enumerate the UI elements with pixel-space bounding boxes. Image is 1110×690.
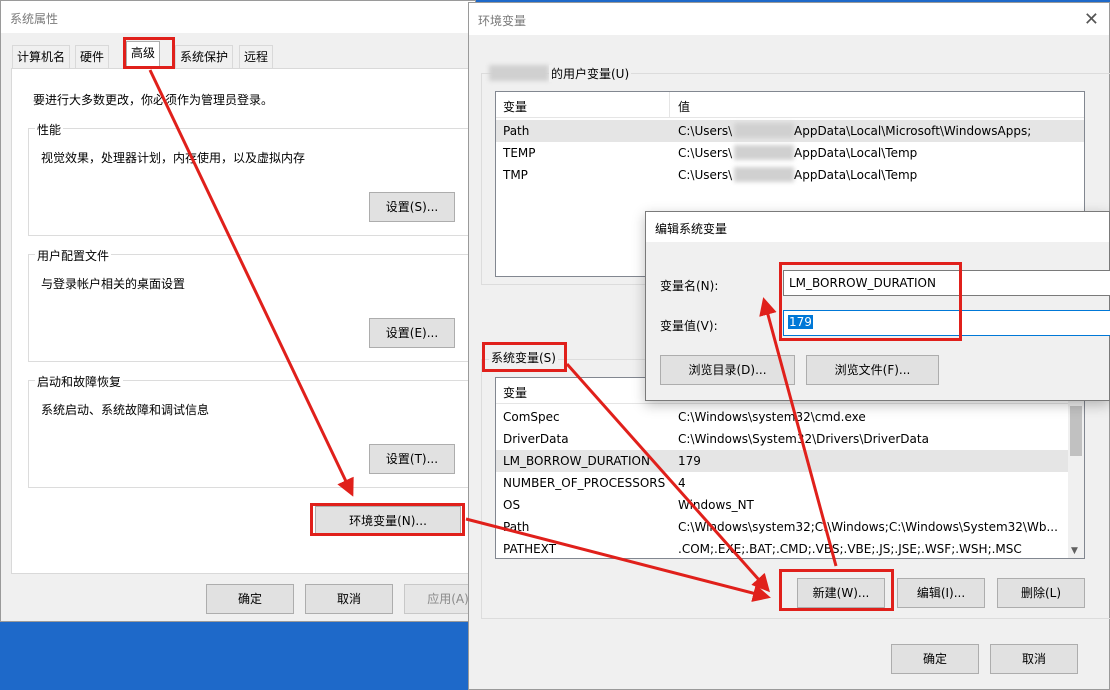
tab-system-protection[interactable]: 系统保护 xyxy=(175,45,234,69)
tab-panel: 要进行大多数更改，你必须作为管理员登录。 视觉效果，处理器计划，内存使用，以及虚… xyxy=(11,68,470,574)
list-item[interactable]: Path C:\Windows\system32;C:\Windows;C:\W… xyxy=(496,516,1084,538)
startup-label: 启动和故障恢复 xyxy=(35,373,124,390)
tab-computer-name[interactable]: 计算机名 xyxy=(12,45,71,69)
username-redacted xyxy=(489,65,549,81)
highlight-name-value-fields xyxy=(779,262,962,341)
variable-value-suffix: AppData\Local\Microsoft\WindowsApps; xyxy=(794,124,1032,138)
env-titlebar[interactable]: 环境变量 ✕ xyxy=(469,3,1109,35)
variable-name: PATHEXT xyxy=(503,542,557,556)
performance-settings-button[interactable]: 设置(S)... xyxy=(369,192,455,222)
browse-directory-button[interactable]: 浏览目录(D)... xyxy=(660,355,795,385)
variable-value-prefix: C:\Users\ xyxy=(678,124,733,138)
variable-name: ComSpec xyxy=(503,410,560,424)
variable-value-label: 变量值(V): xyxy=(660,319,718,333)
list-item[interactable]: TMP C:\Users\ AppData\Local\Temp xyxy=(496,164,1084,186)
column-divider[interactable] xyxy=(669,92,670,118)
variable-name-label: 变量名(N): xyxy=(660,279,719,293)
vertical-scrollbar[interactable]: ▼ xyxy=(1068,378,1084,558)
tab-hardware[interactable]: 硬件 xyxy=(75,45,110,69)
performance-desc: 视觉效果，处理器计划，内存使用，以及虚拟内存 xyxy=(41,151,306,165)
list-item[interactable]: OS Windows_NT xyxy=(496,494,1084,516)
profiles-group: 与登录帐户相关的桌面设置 设置(E)... xyxy=(28,254,470,362)
list-item[interactable]: PATHEXT .COM;.EXE;.BAT;.CMD;.VBS;.VBE;.J… xyxy=(496,538,1084,558)
window-title: 系统属性 xyxy=(10,12,59,26)
startup-settings-button[interactable]: 设置(T)... xyxy=(369,444,455,474)
user-list-header: 变量 值 xyxy=(496,92,1084,118)
performance-label: 性能 xyxy=(35,121,64,138)
variable-value: .COM;.EXE;.BAT;.CMD;.VBS;.VBE;.JS;.JSE;.… xyxy=(678,542,1022,556)
list-item[interactable]: Path C:\Users\ AppData\Local\Microsoft\W… xyxy=(496,120,1084,142)
performance-group: 视觉效果，处理器计划，内存使用，以及虚拟内存 设置(S)... xyxy=(28,128,470,236)
tab-remote[interactable]: 远程 xyxy=(239,45,274,69)
list-item[interactable]: DriverData C:\Windows\System32\Drivers\D… xyxy=(496,428,1084,450)
ok-button[interactable]: 确定 xyxy=(206,584,294,614)
variable-name: Path xyxy=(503,520,530,534)
username-redacted xyxy=(734,167,794,182)
browse-file-button[interactable]: 浏览文件(F)... xyxy=(806,355,939,385)
scroll-thumb[interactable] xyxy=(1070,406,1082,456)
highlight-env-button xyxy=(310,503,465,536)
variable-value: C:\Windows\System32\Drivers\DriverData xyxy=(678,432,929,446)
variable-value: Windows_NT xyxy=(678,498,754,512)
column-header-variable[interactable]: 变量 xyxy=(503,384,527,401)
variable-name: TMP xyxy=(503,168,528,182)
username-redacted xyxy=(734,145,794,160)
column-header-value[interactable]: 值 xyxy=(678,98,690,115)
variable-value-suffix: AppData\Local\Temp xyxy=(794,146,918,160)
username-redacted xyxy=(734,123,794,138)
list-item[interactable]: LM_BORROW_DURATION 179 xyxy=(496,450,1084,472)
profiles-desc: 与登录帐户相关的桌面设置 xyxy=(41,277,186,291)
admin-note: 要进行大多数更改，你必须作为管理员登录。 xyxy=(33,93,274,107)
variable-value-suffix: AppData\Local\Temp xyxy=(794,168,918,182)
startup-desc: 系统启动、系统故障和调试信息 xyxy=(41,403,210,417)
edit-button[interactable]: 编辑(I)... xyxy=(897,578,985,608)
variable-value: 179 xyxy=(678,454,701,468)
variable-name: Path xyxy=(503,124,530,138)
highlight-advanced-tab xyxy=(123,37,175,69)
variable-value: 4 xyxy=(678,476,686,490)
system-variables-list[interactable]: 变量 ComSpec C:\Windows\system32\cmd.exe D… xyxy=(495,377,1085,559)
env-ok-button[interactable]: 确定 xyxy=(891,644,979,674)
startup-group: 系统启动、系统故障和调试信息 设置(T)... xyxy=(28,380,470,488)
variable-name: TEMP xyxy=(503,146,536,160)
variable-name: NUMBER_OF_PROCESSORS xyxy=(503,476,666,490)
profiles-settings-button[interactable]: 设置(E)... xyxy=(369,318,455,348)
env-cancel-button[interactable]: 取消 xyxy=(990,644,1078,674)
profiles-label: 用户配置文件 xyxy=(35,247,112,264)
env-window-title: 环境变量 xyxy=(478,14,527,28)
variable-value-prefix: C:\Users\ xyxy=(678,168,733,182)
column-header-variable[interactable]: 变量 xyxy=(503,98,527,115)
chevron-down-icon[interactable]: ▼ xyxy=(1071,546,1078,556)
highlight-system-variables xyxy=(482,342,567,372)
variable-value: C:\Windows\system32;C:\Windows;C:\Window… xyxy=(678,520,1058,534)
dialog-titlebar[interactable]: 编辑系统变量 xyxy=(646,212,1109,242)
highlight-new-button xyxy=(779,569,894,611)
variable-name: LM_BORROW_DURATION xyxy=(503,454,650,468)
delete-button[interactable]: 删除(L) xyxy=(997,578,1085,608)
cancel-button[interactable]: 取消 xyxy=(305,584,393,614)
variable-value-prefix: C:\Users\ xyxy=(678,146,733,160)
user-variables-label: 的用户变量(U) xyxy=(549,65,632,82)
system-properties-titlebar[interactable]: 系统属性 xyxy=(1,1,475,33)
variable-value: C:\Windows\system32\cmd.exe xyxy=(678,410,866,424)
close-icon[interactable]: ✕ xyxy=(1084,9,1099,30)
dialog-title: 编辑系统变量 xyxy=(655,222,728,236)
list-item[interactable]: NUMBER_OF_PROCESSORS 4 xyxy=(496,472,1084,494)
variable-name: DriverData xyxy=(503,432,569,446)
list-item[interactable]: TEMP C:\Users\ AppData\Local\Temp xyxy=(496,142,1084,164)
variable-name: OS xyxy=(503,498,521,512)
list-item[interactable]: ComSpec C:\Windows\system32\cmd.exe xyxy=(496,406,1084,428)
